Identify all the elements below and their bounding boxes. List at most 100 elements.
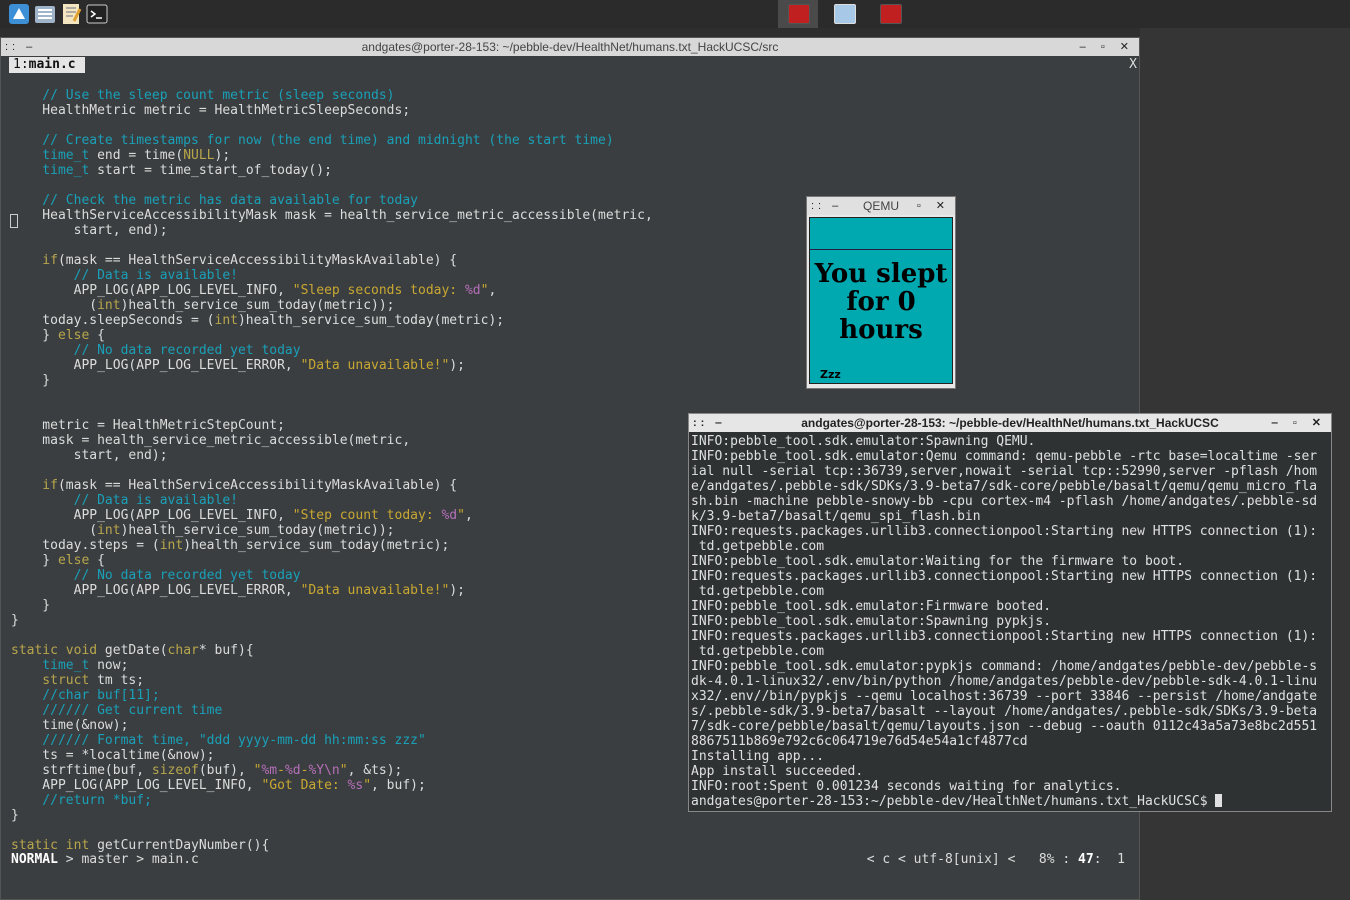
pebble-screen[interactable]: You slept for 0 hours Zzz xyxy=(809,217,953,384)
code-line: start, end); xyxy=(11,223,653,238)
code-line: APP_LOG(APP_LOG_LEVEL_INFO, "Sleep secon… xyxy=(11,283,653,298)
code-token: } xyxy=(11,808,19,823)
code-token: metric = HealthMetricStepCount; xyxy=(11,418,285,433)
code-token: ); xyxy=(214,148,231,163)
code-token: if xyxy=(11,478,58,493)
code-token: APP_LOG(APP_LOG_LEVEL_INFO, xyxy=(11,283,293,298)
terminal-titlebar[interactable]: :: ‒ andgates@porter-28-153: ~/pebble-de… xyxy=(689,414,1331,432)
code-token: time_t xyxy=(11,148,90,163)
tab-main-c[interactable]: 1:main.c xyxy=(9,57,89,73)
code-line: //return *buf; xyxy=(11,793,653,808)
code-token: strftime(buf, xyxy=(11,763,152,778)
window-controls[interactable]: ‒ ▫ ✕ xyxy=(1080,38,1135,56)
code-line: static int getCurrentDayNumber(){ xyxy=(11,838,653,853)
code-line: today.sleepSeconds = (int)health_service… xyxy=(11,313,653,328)
text-editor-icon[interactable] xyxy=(60,3,82,25)
code-token: "Sleep seconds today: xyxy=(292,283,465,298)
code-token: %m xyxy=(261,763,278,778)
code-token: // Check the metric has data available f… xyxy=(11,193,418,208)
code-buffer[interactable]: // Use the sleep count metric (sleep sec… xyxy=(11,88,653,853)
terminal-window[interactable]: :: ‒ andgates@porter-28-153: ~/pebble-de… xyxy=(688,413,1332,812)
code-line: strftime(buf, sizeof(buf), "%m-%d-%Y\n",… xyxy=(11,763,653,778)
code-token: %Y\n xyxy=(308,763,340,778)
code-line: APP_LOG(APP_LOG_LEVEL_INFO, "Got Date: %… xyxy=(11,778,653,793)
code-token: "Data unavailable!" xyxy=(300,583,450,598)
file-manager-icon[interactable] xyxy=(34,3,56,25)
code-line: static void getDate(char* buf){ xyxy=(11,643,653,658)
code-token: // Use the sleep count metric (sleep sec… xyxy=(11,88,395,103)
code-line: } else { xyxy=(11,553,653,568)
terminal-prompt[interactable]: andgates@porter-28-153:~/pebble-dev/Heal… xyxy=(691,794,1317,809)
code-token: , &ts); xyxy=(347,763,403,778)
window-menu-icon[interactable]: :: ‒ xyxy=(693,414,726,432)
terminal-line: INFO:root:Spent 0.001234 seconds waiting… xyxy=(691,779,1122,794)
window-controls[interactable]: ‒ ▫ ✕ xyxy=(1272,414,1327,432)
terminal-icon[interactable] xyxy=(86,3,108,25)
code-token: } xyxy=(11,598,51,613)
terminal-line: INFO:requests.packages.urllib3.connectio… xyxy=(691,569,1318,584)
top-panel xyxy=(0,0,1350,28)
code-token: %s xyxy=(347,778,364,793)
task-red-terminal[interactable] xyxy=(778,0,818,28)
code-token: //char buf[11]; xyxy=(11,688,160,703)
code-line: (int)health_service_sum_today(metric)); xyxy=(11,298,653,313)
qemu-title: QEMU xyxy=(863,199,899,213)
code-line: HealthMetric metric = HealthMetricSleepS… xyxy=(11,103,653,118)
qemu-titlebar[interactable]: :: ‒ QEMU ▫ ✕ xyxy=(807,197,955,215)
code-line: // Data is available! xyxy=(11,493,653,508)
code-token: int xyxy=(214,313,238,328)
window-controls[interactable]: ▫ ✕ xyxy=(917,197,951,215)
code-token: , buf); xyxy=(371,778,426,793)
task-red-terminal-2[interactable] xyxy=(870,0,910,28)
code-line: (int)health_service_sum_today(metric)); xyxy=(11,523,653,538)
code-token: time(&now); xyxy=(11,718,129,733)
terminal-line: INFO:pebble_tool.sdk.emulator:pypkjs com… xyxy=(691,659,1318,674)
code-token: (buf), xyxy=(198,763,254,778)
code-token: APP_LOG(APP_LOG_LEVEL_ERROR, xyxy=(11,358,301,373)
code-token: mask = health_service_metric_accessible(… xyxy=(11,433,411,448)
code-line: metric = HealthMetricStepCount; xyxy=(11,418,653,433)
code-line: //char buf[11]; xyxy=(11,688,653,703)
code-token: { xyxy=(89,553,105,568)
code-token: )health_service_sum_today(metric)); xyxy=(120,298,395,313)
tab-close-icon[interactable]: X xyxy=(1129,57,1137,73)
code-token: int xyxy=(97,523,121,538)
terminal-line: k/3.9-beta7/basalt/qemu_spi_flash.bin xyxy=(691,509,981,524)
code-token: char xyxy=(167,643,199,658)
code-token: * buf){ xyxy=(198,643,254,658)
code-token: } xyxy=(11,553,58,568)
window-menu-icon[interactable]: :: ‒ xyxy=(5,38,36,56)
code-token: // Create timestamps for now (the end ti… xyxy=(11,133,614,148)
app-menu-icon[interactable] xyxy=(8,3,30,25)
terminal-output[interactable]: INFO:pebble_tool.sdk.emulator:Spawning Q… xyxy=(691,434,1317,809)
code-token: )health_service_sum_today(metric); xyxy=(183,538,450,553)
code-line: ////// Format time, "ddd yyyy-mm-dd hh:m… xyxy=(11,733,653,748)
qemu-window[interactable]: :: ‒ QEMU ▫ ✕ You slept for 0 hours Zzz xyxy=(806,196,956,389)
code-token: "Data unavailable!" xyxy=(300,358,450,373)
terminal-line: s/.pebble-sdk/3.9-beta7/basalt --layout … xyxy=(691,704,1318,719)
code-token: time_t xyxy=(11,658,90,673)
code-line: } xyxy=(11,373,653,388)
code-line: APP_LOG(APP_LOG_LEVEL_ERROR, "Data unava… xyxy=(11,358,653,373)
code-token: HealthMetric metric = HealthMetricSleepS… xyxy=(11,103,411,118)
vim-tabline: 1:main.c X xyxy=(1,57,1139,73)
code-token: , xyxy=(488,283,497,298)
terminal-line: INFO:pebble_tool.sdk.emulator:Qemu comma… xyxy=(691,449,1318,464)
window-menu-icon[interactable]: :: ‒ xyxy=(811,197,842,215)
code-token: )health_service_sum_today(metric); xyxy=(237,313,505,328)
code-token: getDate( xyxy=(97,643,168,658)
code-token: (mask == HealthServiceAccessibilityMaskA… xyxy=(57,253,458,268)
terminal-title: andgates@porter-28-153: ~/pebble-dev/Hea… xyxy=(801,416,1219,430)
editor-titlebar[interactable]: :: ‒ andgates@porter-28-153: ~/pebble-de… xyxy=(1,38,1139,56)
code-token: - xyxy=(277,763,285,778)
code-line: time_t now; xyxy=(11,658,653,673)
code-token: // Data is available! xyxy=(11,493,238,508)
editor-title: andgates@porter-28-153: ~/pebble-dev/Hea… xyxy=(361,40,779,54)
code-line: today.steps = (int)health_service_sum_to… xyxy=(11,538,653,553)
task-window[interactable] xyxy=(824,0,864,28)
code-line: if(mask == HealthServiceAccessibilityMas… xyxy=(11,478,653,493)
code-token: // Data is available! xyxy=(11,268,238,283)
